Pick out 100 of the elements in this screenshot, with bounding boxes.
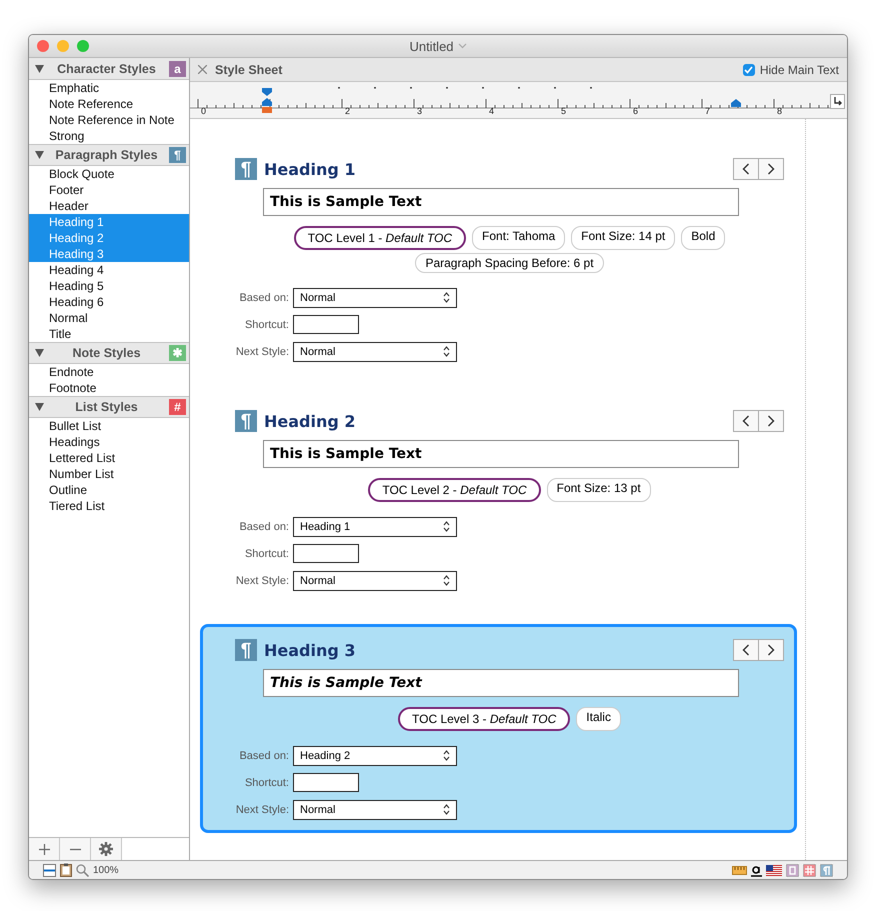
list-style-icon[interactable] [803,864,816,876]
field-label: Shortcut: [244,548,289,560]
chevron-left-icon [742,163,750,175]
disclosure-triangle-icon[interactable] [35,151,44,159]
field-label: Shortcut: [244,318,289,330]
style-list-item[interactable]: Headings [29,434,189,450]
chevron-left-icon [742,415,750,427]
updown-arrows-icon [443,750,450,761]
attribute-tag[interactable]: TOC Level 2 - Default TOC [368,478,541,502]
ruler-options-button[interactable] [830,94,845,109]
section-header[interactable]: Note Styles ✱ [29,342,189,364]
section-header[interactable]: List Styles # [29,396,189,418]
previous-button[interactable] [733,410,759,432]
input-field[interactable] [293,544,359,563]
next-button[interactable] [758,410,784,432]
dropdown[interactable]: Normal [293,570,457,590]
style-type-badge: a [169,60,186,76]
tab-stop-icon[interactable] [731,99,741,107]
paragraph-style-icon: ¶ [235,639,257,661]
magnifier-icon[interactable] [76,864,89,876]
style-name: Heading 2 [264,412,356,430]
attribute-tag[interactable]: Paragraph Spacing Before: 6 pt [415,253,604,273]
attribute-tag[interactable]: Font Size: 14 pt [571,226,676,250]
dropdown[interactable]: Normal [293,342,457,362]
indent-marker-icon[interactable] [262,88,272,115]
style-list-item[interactable]: Footer [29,182,189,198]
style-list-item[interactable]: Block Quote [29,166,189,182]
character-style-icon[interactable] [786,864,799,876]
checkbox-label[interactable]: Hide Main Text [760,62,839,76]
style-list-item[interactable]: Number List [29,466,189,482]
attribute-tag[interactable]: Bold [681,226,726,250]
next-button[interactable] [758,158,784,180]
window-title: Untitled [409,38,454,54]
previous-button[interactable] [733,158,759,180]
style-list-item[interactable]: Tiered List [29,498,189,514]
paragraph-style-icon: ¶ [235,158,257,180]
section-header[interactable]: Character Styles a [29,58,189,80]
dropdown[interactable]: Heading 1 [293,516,457,536]
style-list-item[interactable]: Title [29,326,189,342]
style-list-item[interactable]: Bullet List [29,418,189,434]
settings-button[interactable] [91,838,122,860]
split-view-icon[interactable] [43,864,56,876]
style-list-item[interactable]: Header [29,198,189,214]
attribute-tag[interactable]: Font: Tahoma [472,226,566,250]
style-list-item[interactable]: Note Reference in Note [29,112,189,128]
field-label: Based on: [238,292,289,304]
attribute-tag[interactable]: TOC Level 3 - Default TOC [398,707,570,731]
style-list-item[interactable]: Heading 4 [29,262,189,278]
disclosure-triangle-icon[interactable] [35,64,44,72]
field-label: Shortcut: [244,776,289,788]
sample-text: This is Sample Text [263,440,739,468]
updown-arrows-icon [443,575,450,586]
attribute-tag[interactable]: Italic [576,707,621,731]
sample-text: This is Sample Text [263,669,739,697]
updown-arrows-icon [443,804,450,815]
style-type-badge: ¶ [169,147,186,163]
section-header[interactable]: Paragraph Styles ¶ [29,144,189,166]
attribute-tag[interactable]: TOC Level 1 - Default TOC [294,226,466,250]
panel-title: Style Sheet [215,62,282,76]
style-name: Heading 3 [264,640,356,660]
input-field[interactable] [293,315,359,334]
style-list-item[interactable]: Footnote [29,380,189,396]
style-list-item[interactable]: Emphatic [29,80,189,96]
underline-icon[interactable] [751,864,762,876]
style-list-item[interactable]: Heading 5 [29,278,189,294]
checkbox[interactable] [742,64,755,76]
plus-icon [38,844,50,854]
paragraph-style-icon[interactable] [820,864,833,876]
zoom-level[interactable]: 100% [93,864,119,876]
field-label: Next Style: [234,346,289,358]
sample-text: This is Sample Text [263,188,739,216]
style-list-item[interactable]: Outline [29,482,189,498]
disclosure-triangle-icon[interactable] [35,403,44,411]
style-card[interactable]: ¶ Heading 3 This is Sample Text TOC Level 3 - Default TOC Italic Based on: Heading 2 Shortcut: Next Style: Normal [200,624,797,833]
previous-button[interactable] [733,639,759,661]
updown-arrows-icon [443,292,450,303]
field-label: Next Style: [234,574,289,586]
style-list-item[interactable]: Strong [29,128,189,144]
chevron-right-icon [767,415,775,427]
flag-icon[interactable] [766,864,782,876]
input-field[interactable] [293,773,359,792]
style-list-item[interactable]: Endnote [29,364,189,380]
close-icon[interactable] [198,65,207,74]
next-button[interactable] [758,639,784,661]
updown-arrows-icon [443,346,450,357]
chevron-right-icon [767,163,775,175]
disclosure-triangle-icon[interactable] [35,349,44,357]
clipboard-icon[interactable] [60,863,72,877]
style-list-item[interactable]: Heading 6 [29,294,189,310]
dropdown[interactable]: Heading 2 [293,746,457,766]
style-list-item[interactable]: Normal [29,310,189,326]
dropdown[interactable]: Normal [293,800,457,820]
field-label: Next Style: [234,804,289,816]
attribute-tag[interactable]: Font Size: 13 pt [546,478,651,502]
style-list-item[interactable]: Note Reference [29,96,189,112]
add-button[interactable] [29,838,60,860]
ruler-icon[interactable] [732,866,747,874]
chevron-right-icon [767,644,775,656]
dropdown[interactable]: Normal [293,288,457,308]
style-list-item[interactable]: Lettered List [29,450,189,466]
